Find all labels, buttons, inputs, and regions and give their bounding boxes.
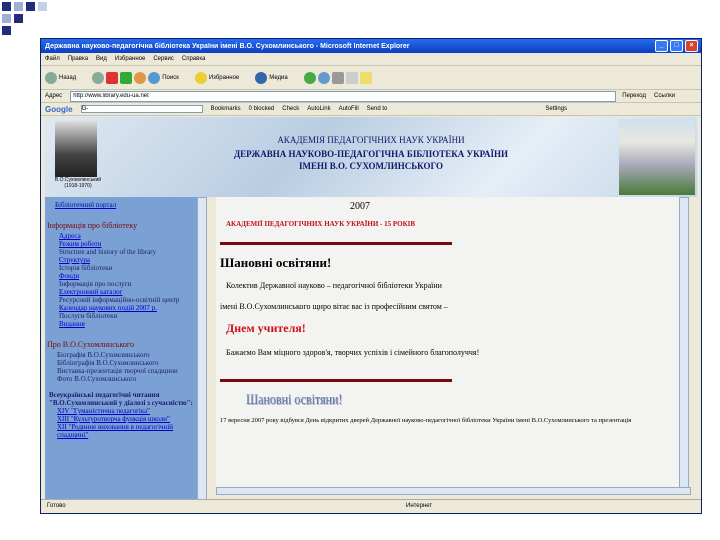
address-label: Адрес [45, 93, 63, 99]
sidebar-link[interactable]: Structure and history of the library [59, 248, 203, 256]
maximize-button[interactable]: □ [670, 40, 683, 52]
refresh-icon[interactable] [120, 71, 133, 84]
home-icon[interactable] [134, 71, 147, 84]
browser-window: Державна науково-педагогічна бібліотека … [40, 38, 702, 514]
sidebar-link[interactable]: Календар наукових подій 2007 р. [59, 304, 203, 312]
menu-bar: Файл Правка Вид Избранное Сервис Справка [41, 53, 701, 66]
media-button[interactable]: Медиа [255, 71, 295, 84]
print-icon[interactable] [331, 71, 344, 84]
sidebar-link[interactable]: Структура [59, 256, 203, 264]
autofill-button[interactable]: AutoFill [339, 106, 359, 112]
window-title: Державна науково-педагогічна бібліотека … [45, 42, 410, 50]
sidebar-link[interactable]: XIV "Гуманістична педагогіка" [57, 407, 203, 415]
status-zone: Интернет [406, 503, 433, 509]
year: 2007 [350, 201, 370, 212]
menu-help[interactable]: Справка [182, 56, 206, 62]
menu-view[interactable]: Вид [96, 56, 107, 62]
back-icon [45, 71, 57, 84]
academy-anniversary: АКАДЕМІЇ ПЕДАГОГІЧНИХ НАУК УКРАЇНИ - 15 … [226, 220, 416, 228]
sidebar-link[interactable]: XII "Родинне виховання в педагогічній сп… [57, 423, 203, 439]
address-bar: Адрес Переход Ссылки [41, 90, 701, 103]
portrait-years: (1918-1970) [64, 183, 92, 189]
autolink-button[interactable]: AutoLink [307, 106, 330, 112]
sidebar-link[interactable]: Фонди [59, 272, 203, 280]
search-button[interactable]: Поиск [148, 71, 187, 84]
main-vertical-scrollbar[interactable] [679, 197, 689, 489]
close-button[interactable]: × [685, 40, 698, 52]
menu-favorites[interactable]: Избранное [115, 56, 145, 62]
sidebar-link[interactable]: Біографія В.О.Сухомлинського [57, 351, 203, 359]
star-icon [194, 71, 207, 84]
news-text: 17 вересня 2007 року відбувся День відкр… [220, 417, 632, 424]
menu-tools[interactable]: Сервис [153, 56, 174, 62]
toolbar: Назад Поиск Избранное Медиа [41, 66, 701, 90]
site-header: В.О.Сухомлинський (1918-1970) АКАДЕМІЯ ПЕ… [45, 117, 697, 197]
sidebar-link[interactable]: Адреса [59, 232, 203, 240]
go-button[interactable]: Переход [622, 93, 646, 99]
sidebar-link[interactable]: Історія бібліотеки [59, 264, 203, 272]
popup-blocked[interactable]: 0 blocked [249, 106, 275, 112]
check-button[interactable]: Check [282, 106, 299, 112]
google-toolbar: Google G- Bookmarks 0 blocked Check Auto… [41, 103, 701, 116]
main-horizontal-scrollbar[interactable] [216, 487, 691, 495]
library-building-image [619, 119, 695, 195]
sidebar-link[interactable]: Електронний каталог [59, 288, 203, 296]
sendto-button[interactable]: Send to [367, 106, 388, 112]
status-bar: Готово Интернет [41, 499, 701, 513]
paragraph: Колектив Державної науково – педагогічно… [226, 281, 442, 290]
banner-line1: АКАДЕМІЯ ПЕДАГОГІЧНИХ НАУК УКРАЇНИ [277, 135, 465, 145]
sidebar-scrollbar[interactable] [197, 197, 207, 501]
mail-icon[interactable] [317, 71, 330, 84]
wishes: Бажаємо Вам міцного здоров'я, творчих ус… [226, 348, 480, 357]
media-icon [255, 71, 268, 84]
sidebar-link[interactable]: Видання [59, 320, 203, 328]
portal-link[interactable]: Бібліотечний портал [55, 201, 203, 209]
favorites-button[interactable]: Избранное [194, 71, 247, 84]
status-text: Готово [47, 503, 66, 509]
sidebar-link[interactable]: Послуги бібліотеки [59, 312, 203, 320]
stop-icon[interactable] [106, 71, 119, 84]
menu-edit[interactable]: Правка [68, 56, 88, 62]
section-heading: Про В.О.Сухомлинського [47, 340, 134, 349]
paragraph: імені В.О.Сухомлинського щиро вітає вас … [220, 302, 448, 311]
minimize-button[interactable]: _ [655, 40, 668, 52]
edit-icon[interactable] [345, 71, 358, 84]
main-content: 2007 АКАДЕМІЇ ПЕДАГОГІЧНИХ НАУК УКРАЇНИ … [216, 197, 691, 495]
sidebar-link[interactable]: Виставка-презентація творчої спадщини [57, 367, 203, 375]
greeting-heading: Шановні освітяни! [220, 255, 332, 270]
search-icon [148, 71, 161, 84]
section-heading: Інформація про бібліотеку [47, 221, 138, 230]
sidebar-link[interactable]: Інформація про послуги [59, 280, 203, 288]
links-button[interactable]: Ссылки [654, 93, 675, 99]
sidebar-link[interactable]: Режим роботи [59, 240, 203, 248]
google-search-input[interactable]: G- [80, 105, 203, 113]
address-input[interactable] [70, 90, 617, 102]
forward-icon[interactable] [92, 71, 105, 84]
holiday-heading: Днем учителя! [226, 321, 306, 335]
history-icon[interactable] [303, 71, 316, 84]
divider [220, 379, 452, 382]
title-bar: Державна науково-педагогічна бібліотека … [41, 39, 701, 53]
sidebar-link[interactable]: XIII "Культуротворча функція школи" [57, 415, 203, 423]
divider [220, 242, 452, 245]
bookmarks-button[interactable]: Bookmarks [211, 106, 241, 112]
settings-button[interactable]: Settings [545, 106, 567, 112]
readings-heading: Всеукраїнські педагогічні читання "В.О.С… [49, 391, 193, 407]
google-logo: Google [45, 104, 73, 114]
greeting-art: Шановні освітяни! [246, 392, 343, 408]
sidebar-link[interactable]: Фото В.О.Сухомлинського [57, 375, 203, 383]
back-button[interactable]: Назад [45, 71, 84, 84]
menu-file[interactable]: Файл [45, 56, 60, 62]
sidebar-link[interactable]: Ресурсний інформаційно-освітній центр [59, 296, 203, 304]
banner-line3: ІМЕНІ В.О. СУХОМЛИНСЬКОГО [299, 161, 443, 171]
sidebar-link[interactable]: Бібліографія В.О.Сухомлинського [57, 359, 203, 367]
sidebar: Бібліотечний портал Інформація про біблі… [45, 197, 207, 501]
folder-icon[interactable] [359, 71, 372, 84]
banner-line2: ДЕРЖАВНА НАУКОВО-ПЕДАГОГІЧНА БІБЛІОТЕКА … [233, 149, 509, 159]
